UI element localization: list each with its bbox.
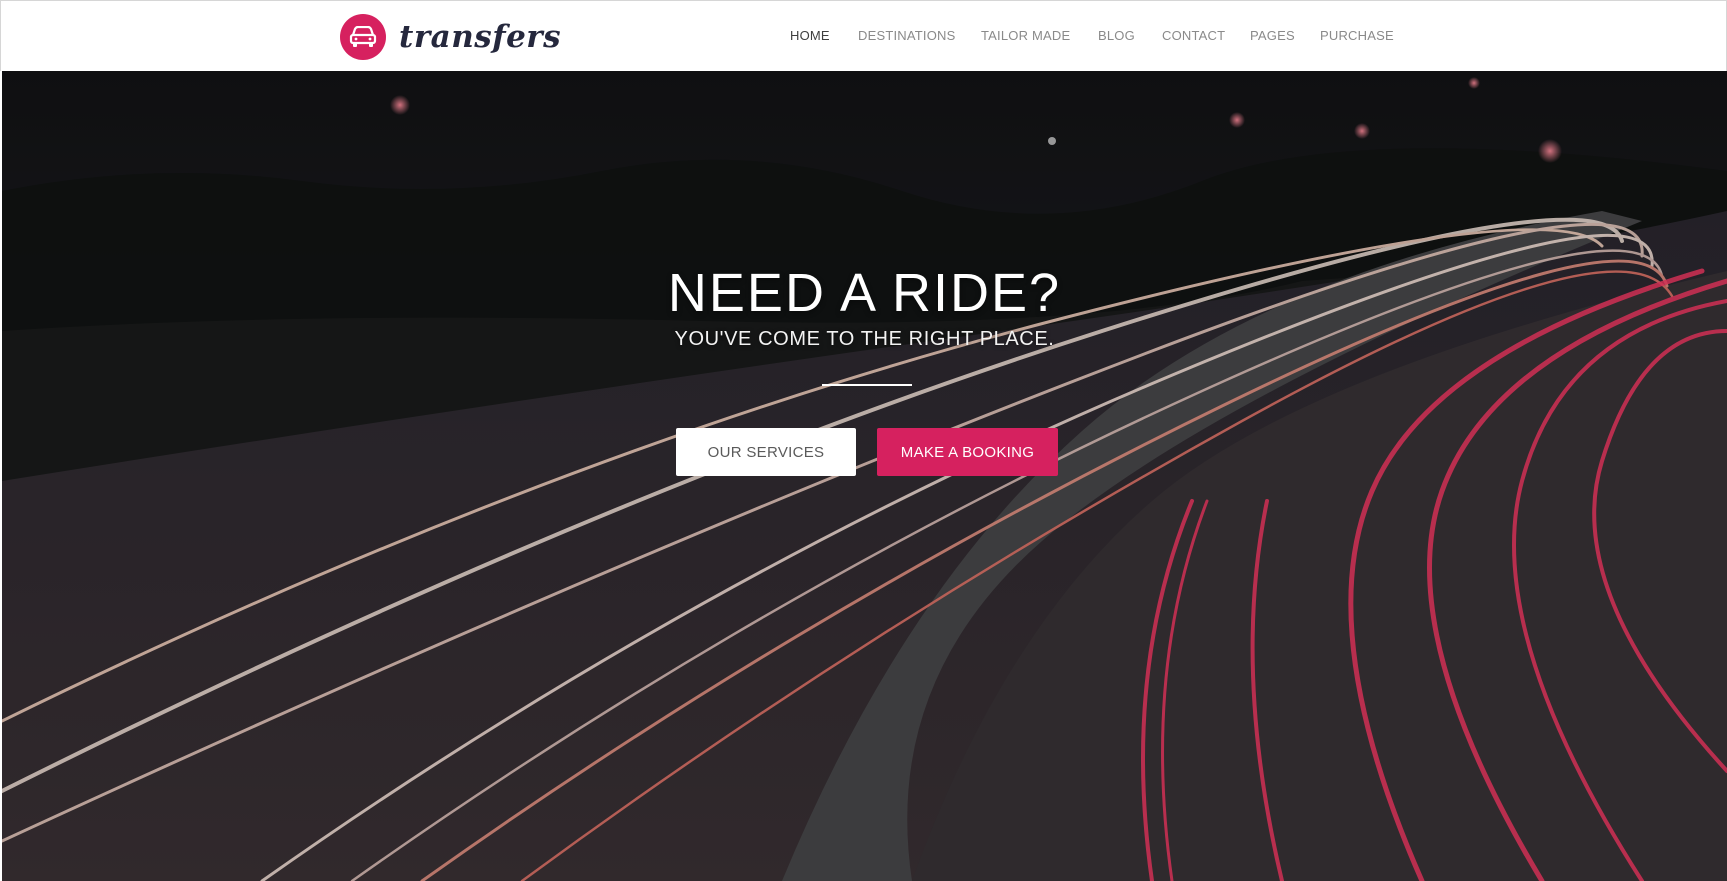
nav-home[interactable]: HOME [790,28,830,43]
hero-title: NEED A RIDE? [667,263,1062,323]
logo[interactable]: transfers [340,14,561,60]
car-front-icon [349,26,377,47]
hero-content: NEED A RIDE? YOU'VE COME TO THE RIGHT PL… [2,71,1727,881]
nav-purchase[interactable]: PURCHASE [1320,28,1394,43]
site-header: transfers HOME DESTINATIONS TAILOR MADE … [0,0,1727,71]
make-a-booking-button[interactable]: MAKE A BOOKING [877,428,1058,476]
nav-contact[interactable]: CONTACT [1162,28,1225,43]
hero-subtitle: YOU'VE COME TO THE RIGHT PLACE. [674,328,1055,350]
nav-destinations[interactable]: DESTINATIONS [858,28,956,43]
hero-section: NEED A RIDE? YOU'VE COME TO THE RIGHT PL… [2,71,1727,881]
nav-pages[interactable]: PAGES [1250,28,1295,43]
nav-tailor-made[interactable]: TAILOR MADE [981,28,1070,43]
nav-blog[interactable]: BLOG [1098,28,1135,43]
logo-text: transfers [399,18,562,55]
logo-badge [340,14,386,60]
hero-divider [822,384,912,386]
our-services-button[interactable]: OUR SERVICES [676,428,856,476]
